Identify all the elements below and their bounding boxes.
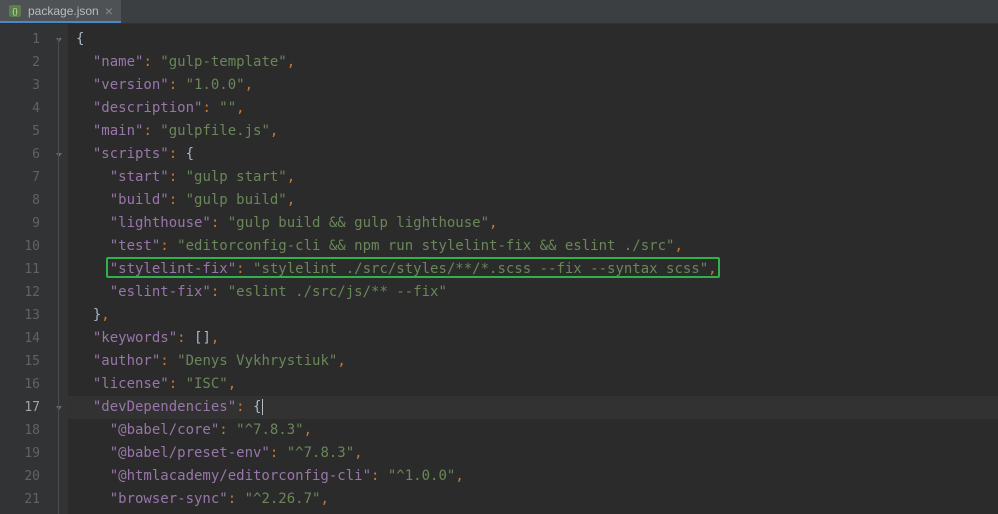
- fold-marker[interactable]: [50, 465, 68, 488]
- tab-package-json[interactable]: {} package.json ×: [0, 0, 121, 23]
- line-number[interactable]: 5: [0, 120, 50, 143]
- line-number[interactable]: 8: [0, 189, 50, 212]
- code-line[interactable]: },: [68, 304, 998, 327]
- code-line[interactable]: "author": "Denys Vykhrystiuk",: [68, 350, 998, 373]
- line-number[interactable]: 19: [0, 442, 50, 465]
- svg-text:{}: {}: [12, 7, 18, 16]
- code-line[interactable]: "name": "gulp-template",: [68, 51, 998, 74]
- fold-marker[interactable]: [50, 235, 68, 258]
- line-number[interactable]: 17: [0, 396, 50, 419]
- fold-marker[interactable]: [50, 212, 68, 235]
- line-number[interactable]: 9: [0, 212, 50, 235]
- line-number[interactable]: 2: [0, 51, 50, 74]
- line-number[interactable]: 6: [0, 143, 50, 166]
- line-number[interactable]: 20: [0, 465, 50, 488]
- fold-marker[interactable]: [50, 442, 68, 465]
- line-number[interactable]: 7: [0, 166, 50, 189]
- close-icon[interactable]: ×: [105, 3, 113, 19]
- code-line[interactable]: "stylelint-fix": "stylelint ./src/styles…: [68, 258, 998, 281]
- fold-marker[interactable]: [50, 120, 68, 143]
- line-number[interactable]: 3: [0, 74, 50, 97]
- fold-marker[interactable]: [50, 97, 68, 120]
- code-line[interactable]: "version": "1.0.0",: [68, 74, 998, 97]
- code-line[interactable]: "keywords": [],: [68, 327, 998, 350]
- code-line[interactable]: "devDependencies": {: [68, 396, 998, 419]
- code-area[interactable]: { "name": "gulp-template", "version": "1…: [68, 24, 998, 514]
- code-line[interactable]: "@babel/core": "^7.8.3",: [68, 419, 998, 442]
- code-line[interactable]: "lighthouse": "gulp build && gulp lighth…: [68, 212, 998, 235]
- line-number[interactable]: 16: [0, 373, 50, 396]
- tab-bar: {} package.json ×: [0, 0, 998, 24]
- line-number[interactable]: 12: [0, 281, 50, 304]
- line-number[interactable]: 10: [0, 235, 50, 258]
- editor[interactable]: 123456789101112131415161718192021 { "nam…: [0, 24, 998, 514]
- tab-label: package.json: [28, 4, 99, 18]
- fold-marker[interactable]: [50, 419, 68, 442]
- fold-marker[interactable]: [50, 189, 68, 212]
- fold-marker[interactable]: [50, 51, 68, 74]
- line-number[interactable]: 21: [0, 488, 50, 511]
- fold-marker[interactable]: [50, 166, 68, 189]
- code-line[interactable]: "license": "ISC",: [68, 373, 998, 396]
- code-line[interactable]: "main": "gulpfile.js",: [68, 120, 998, 143]
- fold-marker[interactable]: [50, 373, 68, 396]
- code-line[interactable]: "build": "gulp build",: [68, 189, 998, 212]
- line-number[interactable]: 11: [0, 258, 50, 281]
- fold-marker[interactable]: [50, 350, 68, 373]
- fold-marker[interactable]: [50, 74, 68, 97]
- fold-marker[interactable]: [50, 396, 68, 419]
- code-line[interactable]: "description": "",: [68, 97, 998, 120]
- code-line[interactable]: {: [68, 28, 998, 51]
- fold-marker[interactable]: [50, 304, 68, 327]
- text-caret: [262, 399, 263, 415]
- line-number-gutter[interactable]: 123456789101112131415161718192021: [0, 24, 50, 514]
- line-number[interactable]: 1: [0, 28, 50, 51]
- code-line[interactable]: "browser-sync": "^2.26.7",: [68, 488, 998, 511]
- fold-marker[interactable]: [50, 143, 68, 166]
- json-file-icon: {}: [8, 4, 22, 18]
- fold-marker[interactable]: [50, 258, 68, 281]
- code-line[interactable]: "scripts": {: [68, 143, 998, 166]
- fold-marker[interactable]: [50, 28, 68, 51]
- line-number[interactable]: 15: [0, 350, 50, 373]
- line-number[interactable]: 14: [0, 327, 50, 350]
- line-number[interactable]: 13: [0, 304, 50, 327]
- fold-marker[interactable]: [50, 488, 68, 511]
- line-number[interactable]: 4: [0, 97, 50, 120]
- fold-marker[interactable]: [50, 281, 68, 304]
- fold-gutter[interactable]: [50, 24, 68, 514]
- code-line[interactable]: "test": "editorconfig-cli && npm run sty…: [68, 235, 998, 258]
- code-line[interactable]: "@htmlacademy/editorconfig-cli": "^1.0.0…: [68, 465, 998, 488]
- fold-marker[interactable]: [50, 327, 68, 350]
- code-line[interactable]: "eslint-fix": "eslint ./src/js/** --fix": [68, 281, 998, 304]
- code-line[interactable]: "start": "gulp start",: [68, 166, 998, 189]
- line-number[interactable]: 18: [0, 419, 50, 442]
- code-line[interactable]: "@babel/preset-env": "^7.8.3",: [68, 442, 998, 465]
